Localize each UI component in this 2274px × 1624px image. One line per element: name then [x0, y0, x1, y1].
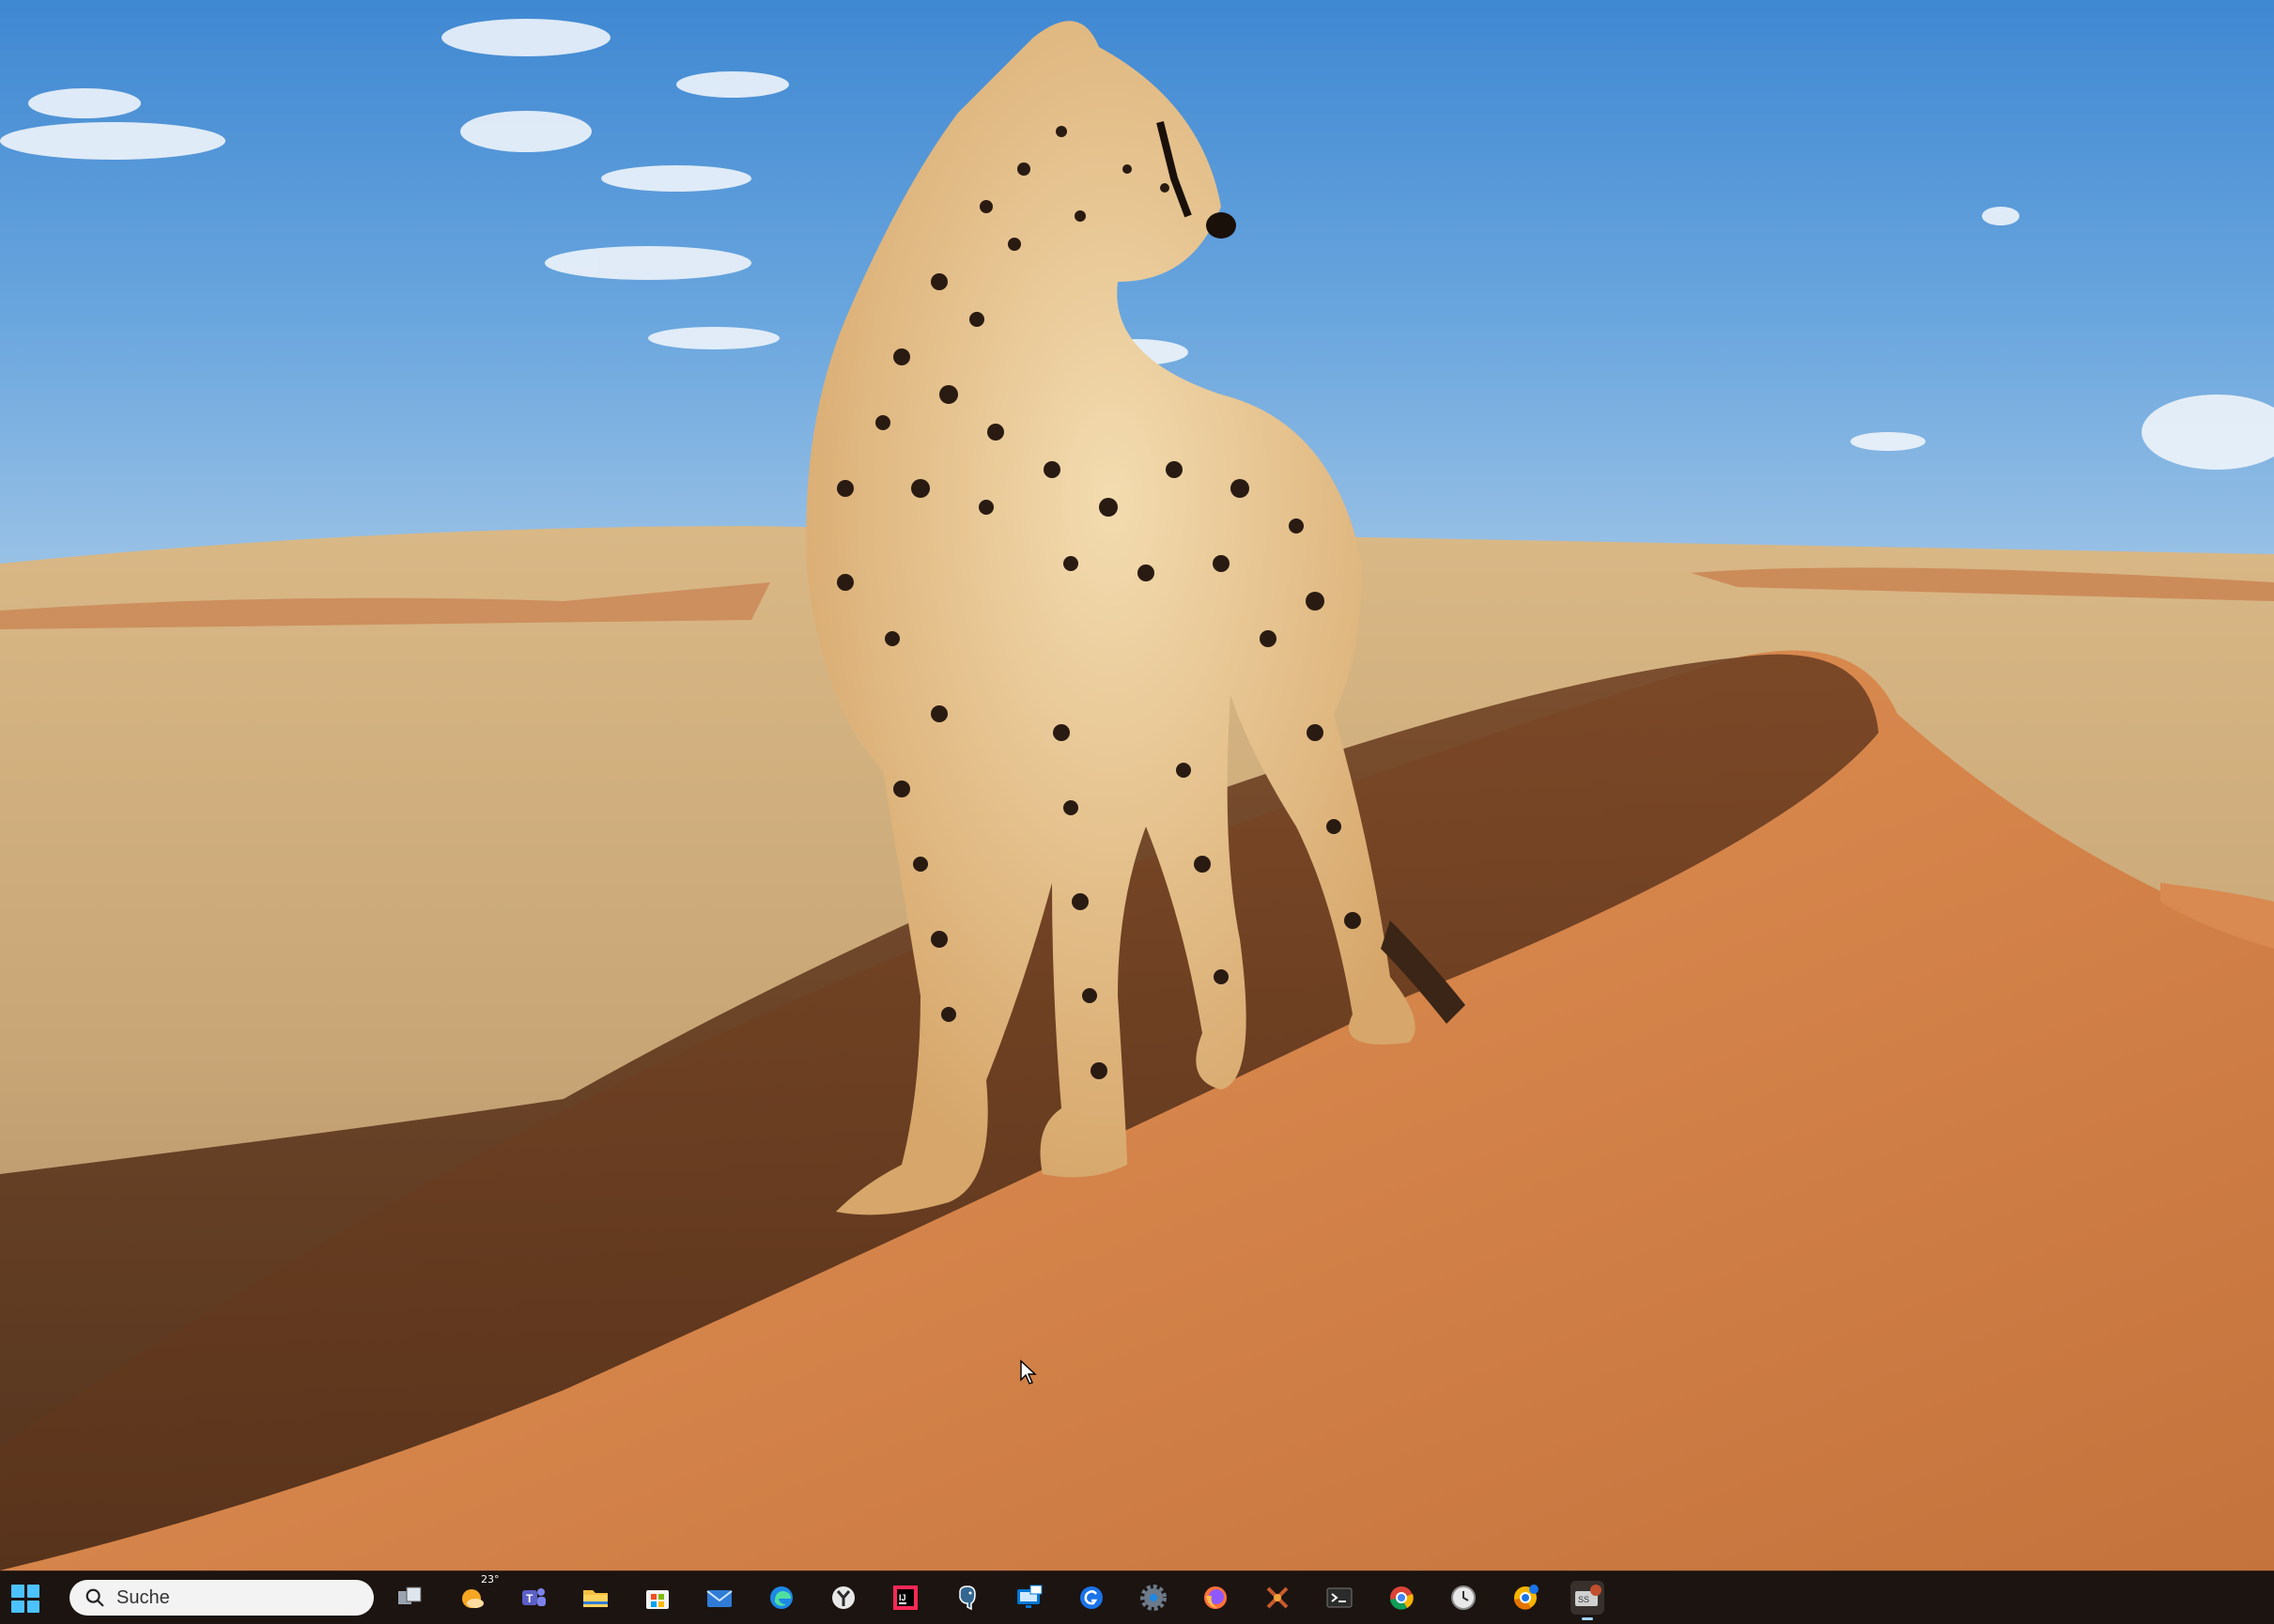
app-icon-y[interactable]	[827, 1581, 860, 1615]
grammarly-icon[interactable]	[1075, 1581, 1108, 1615]
svg-text:SS: SS	[1578, 1595, 1589, 1604]
file-explorer-icon[interactable]	[579, 1581, 612, 1615]
desktop-wallpaper	[0, 0, 2274, 1570]
settings-icon[interactable]	[1137, 1581, 1170, 1615]
clock-icon[interactable]	[1446, 1581, 1480, 1615]
tool-icon[interactable]	[1261, 1581, 1294, 1615]
svg-text:IJ: IJ	[899, 1593, 906, 1602]
teams-icon[interactable]: T	[517, 1581, 550, 1615]
chrome-icon[interactable]	[1385, 1581, 1418, 1615]
chrome-canary-icon[interactable]	[1508, 1581, 1542, 1615]
weather-temperature: 23°	[481, 1573, 500, 1585]
svg-text:T: T	[526, 1592, 534, 1605]
mail-icon[interactable]	[703, 1581, 736, 1615]
edge-icon[interactable]	[765, 1581, 798, 1615]
search-icon	[85, 1588, 104, 1607]
intellij-icon[interactable]: IJ	[889, 1581, 922, 1615]
postgresql-icon[interactable]	[951, 1581, 984, 1615]
mouse-cursor	[1020, 1359, 1037, 1384]
task-view-icon[interactable]	[393, 1581, 426, 1615]
search-label: Suche	[116, 1586, 170, 1608]
remote-desktop-icon[interactable]	[1013, 1581, 1046, 1615]
firefox-icon[interactable]	[1199, 1581, 1232, 1615]
weather-widget-icon[interactable]: 23°	[455, 1573, 500, 1615]
terminal-icon[interactable]	[1323, 1581, 1356, 1615]
search-box[interactable]: Suche	[70, 1580, 374, 1616]
taskbar: Suche 23° T IJ SS	[0, 1570, 2274, 1624]
active-app-icon[interactable]: SS	[1570, 1581, 1604, 1620]
windows-start-icon[interactable]	[11, 1585, 39, 1613]
microsoft-store-icon[interactable]	[641, 1581, 674, 1615]
